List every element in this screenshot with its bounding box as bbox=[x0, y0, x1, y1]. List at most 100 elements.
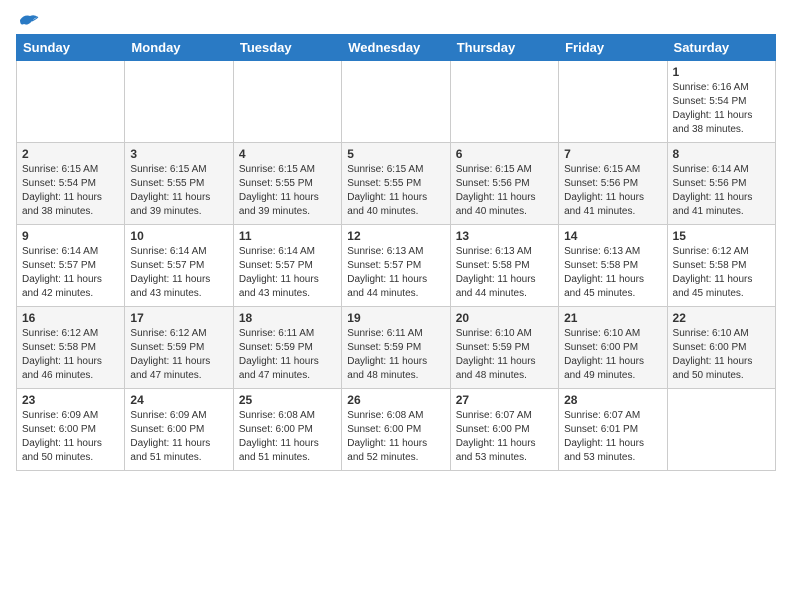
day-number: 5 bbox=[347, 147, 444, 161]
day-number: 1 bbox=[673, 65, 770, 79]
day-info: Sunrise: 6:15 AMSunset: 5:55 PMDaylight:… bbox=[130, 163, 227, 219]
calendar-empty bbox=[233, 61, 341, 143]
day-number: 2 bbox=[22, 147, 119, 161]
day-info: Sunrise: 6:10 AMSunset: 6:00 PMDaylight:… bbox=[673, 327, 770, 383]
calendar-day: 6 Sunrise: 6:15 AMSunset: 5:56 PMDaylight… bbox=[450, 143, 558, 225]
calendar-day: 12 Sunrise: 6:13 AMSunset: 5:57 PMDayligh… bbox=[342, 225, 450, 307]
calendar-day: 25 Sunrise: 6:08 AMSunset: 6:00 PMDayligh… bbox=[233, 389, 341, 471]
day-number: 13 bbox=[456, 229, 553, 243]
day-info: Sunrise: 6:14 AMSunset: 5:57 PMDaylight:… bbox=[22, 245, 119, 301]
day-number: 20 bbox=[456, 311, 553, 325]
calendar-header-row: SundayMondayTuesdayWednesdayThursdayFrid… bbox=[17, 35, 776, 61]
day-number: 6 bbox=[456, 147, 553, 161]
calendar-day: 23 Sunrise: 6:09 AMSunset: 6:00 PMDayligh… bbox=[17, 389, 125, 471]
day-info: Sunrise: 6:15 AMSunset: 5:55 PMDaylight:… bbox=[239, 163, 336, 219]
day-info: Sunrise: 6:15 AMSunset: 5:56 PMDaylight:… bbox=[456, 163, 553, 219]
day-info: Sunrise: 6:12 AMSunset: 5:59 PMDaylight:… bbox=[130, 327, 227, 383]
weekday-header: Monday bbox=[125, 35, 233, 61]
calendar-day: 27Sunrise: 6:07 AMSunset: 6:00 PMDayligh… bbox=[450, 389, 558, 471]
calendar-day: 1 Sunrise: 6:16 AMSunset: 5:54 PMDaylight… bbox=[667, 61, 775, 143]
day-number: 9 bbox=[22, 229, 119, 243]
day-number: 10 bbox=[130, 229, 227, 243]
day-info: Sunrise: 6:10 AMSunset: 5:59 PMDaylight:… bbox=[456, 327, 553, 383]
calendar-week-row: 9 Sunrise: 6:14 AMSunset: 5:57 PMDaylight… bbox=[17, 225, 776, 307]
day-number: 16 bbox=[22, 311, 119, 325]
calendar-week-row: 2 Sunrise: 6:15 AMSunset: 5:54 PMDaylight… bbox=[17, 143, 776, 225]
day-number: 24 bbox=[130, 393, 227, 407]
calendar-day: 9 Sunrise: 6:14 AMSunset: 5:57 PMDaylight… bbox=[17, 225, 125, 307]
day-info: Sunrise: 6:15 AMSunset: 5:54 PMDaylight:… bbox=[22, 163, 119, 219]
calendar-day: 10 Sunrise: 6:14 AMSunset: 5:57 PMDayligh… bbox=[125, 225, 233, 307]
day-number: 22 bbox=[673, 311, 770, 325]
weekday-header: Thursday bbox=[450, 35, 558, 61]
day-number: 23 bbox=[22, 393, 119, 407]
calendar-empty bbox=[17, 61, 125, 143]
day-number: 27 bbox=[456, 393, 553, 407]
day-number: 26 bbox=[347, 393, 444, 407]
day-number: 17 bbox=[130, 311, 227, 325]
calendar-day: 21Sunrise: 6:10 AMSunset: 6:00 PMDayligh… bbox=[559, 307, 667, 389]
calendar-day: 14Sunrise: 6:13 AMSunset: 5:58 PMDayligh… bbox=[559, 225, 667, 307]
calendar-day: 2 Sunrise: 6:15 AMSunset: 5:54 PMDaylight… bbox=[17, 143, 125, 225]
calendar-day: 3 Sunrise: 6:15 AMSunset: 5:55 PMDaylight… bbox=[125, 143, 233, 225]
day-number: 18 bbox=[239, 311, 336, 325]
day-info: Sunrise: 6:14 AMSunset: 5:57 PMDaylight:… bbox=[239, 245, 336, 301]
day-number: 21 bbox=[564, 311, 661, 325]
day-number: 4 bbox=[239, 147, 336, 161]
calendar-empty bbox=[125, 61, 233, 143]
calendar-empty bbox=[667, 389, 775, 471]
weekday-header: Wednesday bbox=[342, 35, 450, 61]
calendar-day: 22 Sunrise: 6:10 AMSunset: 6:00 PMDayligh… bbox=[667, 307, 775, 389]
calendar-empty bbox=[559, 61, 667, 143]
day-number: 7 bbox=[564, 147, 661, 161]
day-number: 11 bbox=[239, 229, 336, 243]
day-number: 3 bbox=[130, 147, 227, 161]
calendar-day: 26 Sunrise: 6:08 AMSunset: 6:00 PMDayligh… bbox=[342, 389, 450, 471]
day-info: Sunrise: 6:09 AMSunset: 6:00 PMDaylight:… bbox=[130, 409, 227, 465]
day-info: Sunrise: 6:15 AMSunset: 5:56 PMDaylight:… bbox=[564, 163, 661, 219]
calendar-day: 18 Sunrise: 6:11 AMSunset: 5:59 PMDayligh… bbox=[233, 307, 341, 389]
day-info: Sunrise: 6:14 AMSunset: 5:56 PMDaylight:… bbox=[673, 163, 770, 219]
calendar-week-row: 16 Sunrise: 6:12 AMSunset: 5:58 PMDayligh… bbox=[17, 307, 776, 389]
calendar-day: 17 Sunrise: 6:12 AMSunset: 5:59 PMDayligh… bbox=[125, 307, 233, 389]
day-info: Sunrise: 6:16 AMSunset: 5:54 PMDaylight:… bbox=[673, 81, 770, 137]
calendar-table: SundayMondayTuesdayWednesdayThursdayFrid… bbox=[16, 34, 776, 471]
day-info: Sunrise: 6:08 AMSunset: 6:00 PMDaylight:… bbox=[347, 409, 444, 465]
weekday-header: Saturday bbox=[667, 35, 775, 61]
day-number: 15 bbox=[673, 229, 770, 243]
day-info: Sunrise: 6:13 AMSunset: 5:58 PMDaylight:… bbox=[564, 245, 661, 301]
day-info: Sunrise: 6:07 AMSunset: 6:01 PMDaylight:… bbox=[564, 409, 661, 465]
day-number: 28 bbox=[564, 393, 661, 407]
day-info: Sunrise: 6:09 AMSunset: 6:00 PMDaylight:… bbox=[22, 409, 119, 465]
calendar-day: 24 Sunrise: 6:09 AMSunset: 6:00 PMDayligh… bbox=[125, 389, 233, 471]
page-header bbox=[16, 16, 776, 26]
day-info: Sunrise: 6:11 AMSunset: 5:59 PMDaylight:… bbox=[239, 327, 336, 383]
day-number: 19 bbox=[347, 311, 444, 325]
day-info: Sunrise: 6:14 AMSunset: 5:57 PMDaylight:… bbox=[130, 245, 227, 301]
calendar-body: 1 Sunrise: 6:16 AMSunset: 5:54 PMDaylight… bbox=[17, 61, 776, 471]
calendar-empty bbox=[342, 61, 450, 143]
calendar-day: 19 Sunrise: 6:11 AMSunset: 5:59 PMDayligh… bbox=[342, 307, 450, 389]
day-info: Sunrise: 6:12 AMSunset: 5:58 PMDaylight:… bbox=[22, 327, 119, 383]
calendar-day: 15 Sunrise: 6:12 AMSunset: 5:58 PMDayligh… bbox=[667, 225, 775, 307]
calendar-week-row: 23 Sunrise: 6:09 AMSunset: 6:00 PMDayligh… bbox=[17, 389, 776, 471]
day-info: Sunrise: 6:13 AMSunset: 5:57 PMDaylight:… bbox=[347, 245, 444, 301]
weekday-header: Friday bbox=[559, 35, 667, 61]
calendar-day: 16 Sunrise: 6:12 AMSunset: 5:58 PMDayligh… bbox=[17, 307, 125, 389]
day-info: Sunrise: 6:08 AMSunset: 6:00 PMDaylight:… bbox=[239, 409, 336, 465]
logo bbox=[16, 16, 40, 26]
day-info: Sunrise: 6:15 AMSunset: 5:55 PMDaylight:… bbox=[347, 163, 444, 219]
day-info: Sunrise: 6:11 AMSunset: 5:59 PMDaylight:… bbox=[347, 327, 444, 383]
day-number: 12 bbox=[347, 229, 444, 243]
weekday-header: Tuesday bbox=[233, 35, 341, 61]
day-info: Sunrise: 6:13 AMSunset: 5:58 PMDaylight:… bbox=[456, 245, 553, 301]
calendar-day: 20 Sunrise: 6:10 AMSunset: 5:59 PMDayligh… bbox=[450, 307, 558, 389]
calendar-day: 7 Sunrise: 6:15 AMSunset: 5:56 PMDaylight… bbox=[559, 143, 667, 225]
calendar-day: 8Sunrise: 6:14 AMSunset: 5:56 PMDaylight… bbox=[667, 143, 775, 225]
day-number: 25 bbox=[239, 393, 336, 407]
weekday-header: Sunday bbox=[17, 35, 125, 61]
calendar-day: 13 Sunrise: 6:13 AMSunset: 5:58 PMDayligh… bbox=[450, 225, 558, 307]
calendar-day: 4 Sunrise: 6:15 AMSunset: 5:55 PMDaylight… bbox=[233, 143, 341, 225]
calendar-day: 5 Sunrise: 6:15 AMSunset: 5:55 PMDaylight… bbox=[342, 143, 450, 225]
day-info: Sunrise: 6:12 AMSunset: 5:58 PMDaylight:… bbox=[673, 245, 770, 301]
